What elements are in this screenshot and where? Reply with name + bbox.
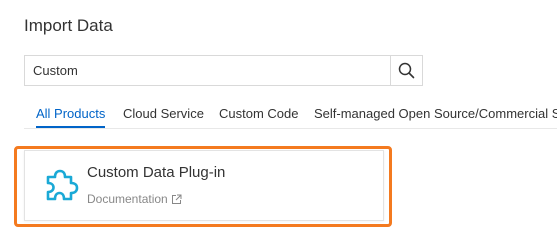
puzzle-plugin-icon: [46, 169, 79, 201]
result-card-custom-data-plugin[interactable]: Custom Data Plug-in Documentation: [24, 150, 384, 221]
search-input[interactable]: [25, 56, 391, 85]
documentation-link[interactable]: Documentation: [87, 192, 182, 206]
tabs-divider: [24, 128, 557, 129]
search-button[interactable]: [390, 56, 422, 85]
tab-all-products[interactable]: All Products: [36, 104, 106, 128]
tab-cloud-service[interactable]: Cloud Service: [123, 104, 204, 128]
external-link-icon: [171, 194, 182, 204]
tab-custom-code[interactable]: Custom Code: [219, 104, 298, 128]
result-title: Custom Data Plug-in: [87, 164, 226, 181]
documentation-link-label: Documentation: [87, 192, 168, 206]
search-box: [24, 55, 423, 86]
tab-self-managed[interactable]: Self-managed Open Source/Commercial Soft…: [314, 104, 557, 128]
page-title: Import Data: [24, 16, 113, 35]
search-icon: [398, 62, 415, 79]
product-tabs: All Products Cloud Service Custom Code S…: [24, 104, 557, 128]
import-data-page: Import Data All Products Cloud Service C…: [0, 0, 557, 251]
